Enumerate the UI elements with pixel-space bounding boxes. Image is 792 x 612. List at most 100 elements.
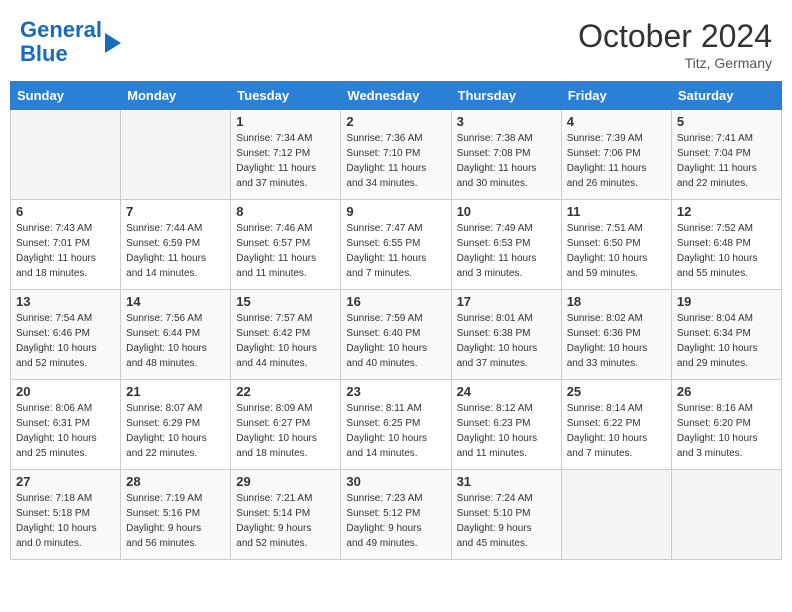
calendar-cell: 1 Sunrise: 7:34 AMSunset: 7:12 PMDaylight…	[231, 110, 341, 200]
weekday-wednesday: Wednesday	[341, 82, 451, 110]
day-info: Sunrise: 7:54 AMSunset: 6:46 PMDaylight:…	[16, 311, 115, 371]
calendar-cell: 28 Sunrise: 7:19 AMSunset: 5:16 PMDayligh…	[121, 470, 231, 560]
day-number: 24	[457, 384, 556, 399]
calendar-body: 1 Sunrise: 7:34 AMSunset: 7:12 PMDaylight…	[11, 110, 782, 560]
day-number: 29	[236, 474, 335, 489]
day-number: 3	[457, 114, 556, 129]
day-info: Sunrise: 7:51 AMSunset: 6:50 PMDaylight:…	[567, 221, 666, 281]
calendar-cell: 27Sunrise: 7:18 AMSunset: 5:18 PMDayligh…	[11, 470, 121, 560]
day-info: Sunrise: 7:18 AMSunset: 5:18 PMDaylight:…	[16, 491, 115, 551]
calendar-cell: 5 Sunrise: 7:41 AMSunset: 7:04 PMDaylight…	[671, 110, 781, 200]
calendar-cell: 12 Sunrise: 7:52 AMSunset: 6:48 PMDayligh…	[671, 200, 781, 290]
day-info: Sunrise: 7:47 AMSunset: 6:55 PMDaylight:…	[346, 221, 445, 281]
calendar-cell: 16 Sunrise: 7:59 AMSunset: 6:40 PMDayligh…	[341, 290, 451, 380]
calendar-cell: 20 Sunrise: 8:06 AMSunset: 6:31 PMDayligh…	[11, 380, 121, 470]
calendar-cell: 3 Sunrise: 7:38 AMSunset: 7:08 PMDaylight…	[451, 110, 561, 200]
day-info: Sunrise: 8:11 AMSunset: 6:25 PMDaylight:…	[346, 401, 445, 461]
day-number: 2	[346, 114, 445, 129]
day-number: 26	[677, 384, 776, 399]
day-info: Sunrise: 7:49 AMSunset: 6:53 PMDaylight:…	[457, 221, 556, 281]
day-number: 16	[346, 294, 445, 309]
day-info: Sunrise: 8:14 AMSunset: 6:22 PMDaylight:…	[567, 401, 666, 461]
day-number: 1	[236, 114, 335, 129]
day-number: 23	[346, 384, 445, 399]
calendar-cell: 7Sunrise: 7:44 AMSunset: 6:59 PMDaylight…	[121, 200, 231, 290]
day-info: Sunrise: 7:34 AMSunset: 7:12 PMDaylight:…	[236, 131, 335, 191]
weekday-thursday: Thursday	[451, 82, 561, 110]
calendar-week-5: 27Sunrise: 7:18 AMSunset: 5:18 PMDayligh…	[11, 470, 782, 560]
logo-arrow-icon	[105, 33, 121, 53]
day-number: 30	[346, 474, 445, 489]
day-number: 20	[16, 384, 115, 399]
calendar-cell	[671, 470, 781, 560]
day-info: Sunrise: 8:16 AMSunset: 6:20 PMDaylight:…	[677, 401, 776, 461]
day-info: Sunrise: 7:24 AMSunset: 5:10 PMDaylight:…	[457, 491, 556, 551]
day-number: 21	[126, 384, 225, 399]
day-number: 14	[126, 294, 225, 309]
page-header: General Blue October 2024 Titz, Germany	[10, 10, 782, 75]
day-info: Sunrise: 8:12 AMSunset: 6:23 PMDaylight:…	[457, 401, 556, 461]
logo-blue: Blue	[20, 41, 68, 66]
day-info: Sunrise: 7:38 AMSunset: 7:08 PMDaylight:…	[457, 131, 556, 191]
calendar-week-4: 20 Sunrise: 8:06 AMSunset: 6:31 PMDayligh…	[11, 380, 782, 470]
calendar-week-2: 6 Sunrise: 7:43 AMSunset: 7:01 PMDaylight…	[11, 200, 782, 290]
day-info: Sunrise: 8:09 AMSunset: 6:27 PMDaylight:…	[236, 401, 335, 461]
calendar-cell	[121, 110, 231, 200]
day-number: 4	[567, 114, 666, 129]
day-info: Sunrise: 7:19 AMSunset: 5:16 PMDaylight:…	[126, 491, 225, 551]
calendar-cell: 10Sunrise: 7:49 AMSunset: 6:53 PMDayligh…	[451, 200, 561, 290]
weekday-tuesday: Tuesday	[231, 82, 341, 110]
day-number: 12	[677, 204, 776, 219]
calendar-table: SundayMondayTuesdayWednesdayThursdayFrid…	[10, 81, 782, 560]
day-number: 5	[677, 114, 776, 129]
weekday-header-row: SundayMondayTuesdayWednesdayThursdayFrid…	[11, 82, 782, 110]
calendar-cell: 2Sunrise: 7:36 AMSunset: 7:10 PMDaylight…	[341, 110, 451, 200]
day-info: Sunrise: 7:43 AMSunset: 7:01 PMDaylight:…	[16, 221, 115, 281]
location: Titz, Germany	[578, 55, 772, 71]
day-number: 7	[126, 204, 225, 219]
day-info: Sunrise: 7:21 AMSunset: 5:14 PMDaylight:…	[236, 491, 335, 551]
day-info: Sunrise: 8:02 AMSunset: 6:36 PMDaylight:…	[567, 311, 666, 371]
day-info: Sunrise: 7:52 AMSunset: 6:48 PMDaylight:…	[677, 221, 776, 281]
calendar-cell: 18 Sunrise: 8:02 AMSunset: 6:36 PMDayligh…	[561, 290, 671, 380]
day-number: 31	[457, 474, 556, 489]
month-title: October 2024	[578, 18, 772, 55]
calendar-cell: 30 Sunrise: 7:23 AMSunset: 5:12 PMDayligh…	[341, 470, 451, 560]
day-info: Sunrise: 7:23 AMSunset: 5:12 PMDaylight:…	[346, 491, 445, 551]
weekday-friday: Friday	[561, 82, 671, 110]
day-info: Sunrise: 8:01 AMSunset: 6:38 PMDaylight:…	[457, 311, 556, 371]
weekday-sunday: Sunday	[11, 82, 121, 110]
day-info: Sunrise: 7:41 AMSunset: 7:04 PMDaylight:…	[677, 131, 776, 191]
logo-general: General	[20, 17, 102, 42]
weekday-saturday: Saturday	[671, 82, 781, 110]
calendar-cell: 4 Sunrise: 7:39 AMSunset: 7:06 PMDaylight…	[561, 110, 671, 200]
day-info: Sunrise: 8:07 AMSunset: 6:29 PMDaylight:…	[126, 401, 225, 461]
day-number: 18	[567, 294, 666, 309]
day-number: 11	[567, 204, 666, 219]
calendar-week-1: 1 Sunrise: 7:34 AMSunset: 7:12 PMDaylight…	[11, 110, 782, 200]
logo-text: General Blue	[20, 18, 102, 66]
calendar-cell: 24 Sunrise: 8:12 AMSunset: 6:23 PMDayligh…	[451, 380, 561, 470]
day-number: 25	[567, 384, 666, 399]
calendar-cell: 6 Sunrise: 7:43 AMSunset: 7:01 PMDaylight…	[11, 200, 121, 290]
calendar-cell: 25 Sunrise: 8:14 AMSunset: 6:22 PMDayligh…	[561, 380, 671, 470]
day-info: Sunrise: 7:39 AMSunset: 7:06 PMDaylight:…	[567, 131, 666, 191]
day-info: Sunrise: 8:04 AMSunset: 6:34 PMDaylight:…	[677, 311, 776, 371]
day-info: Sunrise: 8:06 AMSunset: 6:31 PMDaylight:…	[16, 401, 115, 461]
day-number: 28	[126, 474, 225, 489]
day-number: 17	[457, 294, 556, 309]
calendar-cell: 15Sunrise: 7:57 AMSunset: 6:42 PMDayligh…	[231, 290, 341, 380]
day-number: 9	[346, 204, 445, 219]
day-number: 8	[236, 204, 335, 219]
calendar-cell: 23 Sunrise: 8:11 AMSunset: 6:25 PMDayligh…	[341, 380, 451, 470]
calendar-cell: 17 Sunrise: 8:01 AMSunset: 6:38 PMDayligh…	[451, 290, 561, 380]
day-number: 6	[16, 204, 115, 219]
day-info: Sunrise: 7:59 AMSunset: 6:40 PMDaylight:…	[346, 311, 445, 371]
day-info: Sunrise: 7:46 AMSunset: 6:57 PMDaylight:…	[236, 221, 335, 281]
calendar-cell	[11, 110, 121, 200]
day-number: 13	[16, 294, 115, 309]
calendar-cell: 19Sunrise: 8:04 AMSunset: 6:34 PMDayligh…	[671, 290, 781, 380]
calendar-cell: 13 Sunrise: 7:54 AMSunset: 6:46 PMDayligh…	[11, 290, 121, 380]
calendar-cell: 14 Sunrise: 7:56 AMSunset: 6:44 PMDayligh…	[121, 290, 231, 380]
day-info: Sunrise: 7:56 AMSunset: 6:44 PMDaylight:…	[126, 311, 225, 371]
